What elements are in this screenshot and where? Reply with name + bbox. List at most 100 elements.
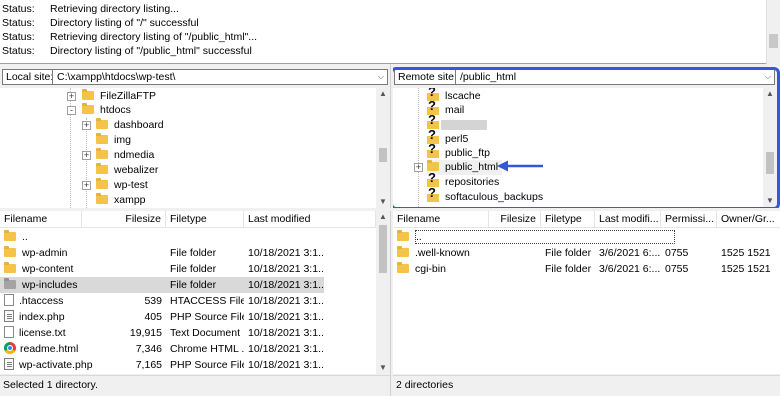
log-line: Status: Retrieving directory listing of "… — [2, 31, 258, 43]
remote-directory-tree: ? lscache ? mail ? ? perl5 ? public_ftp + pu… — [393, 88, 777, 207]
cell-filetype: File folder — [170, 279, 217, 291]
php-file-icon — [4, 310, 14, 322]
scroll-up-icon[interactable]: ▲ — [376, 211, 390, 223]
local-status-bar: Selected 1 directory. — [0, 375, 390, 394]
table-row[interactable]: index.php 405 PHP Source File 10/18/2021 3:… — [0, 309, 324, 325]
cell-filetype: PHP Source File — [170, 311, 244, 323]
cell-filesize: 7,165 — [135, 359, 162, 371]
table-row[interactable]: .htaccess 539 HTACCESS File 10/18/2021 3:1.… — [0, 293, 324, 309]
local-list-header: Filename Filesize Filetype Last modified — [0, 211, 376, 228]
folder-icon — [96, 163, 108, 174]
cell-owner-group: 1525 1521 — [721, 263, 771, 275]
col-filesize[interactable]: Filesize — [489, 211, 541, 228]
remote-list-header: Filename Filesize Filetype Last modifi..… — [393, 211, 780, 228]
expand-icon[interactable]: + — [82, 121, 91, 130]
cell-filename: .. — [4, 229, 124, 245]
scroll-up-icon[interactable]: ▲ — [376, 88, 390, 100]
table-row[interactable]: cgi-bin File folder 3/6/2021 6:... 0755 1525… — [393, 261, 780, 277]
col-filename[interactable]: Filename — [393, 211, 489, 228]
tree-item[interactable]: dashboard — [96, 118, 164, 133]
local-list-scrollbar[interactable]: ▲ ▼ — [376, 211, 390, 374]
table-row[interactable]: license.txt 19,915 Text Document 10/18/2021… — [0, 325, 324, 341]
local-site-bar: Local site: C:\xampp\htdocs\wp-test\ ⌵ — [0, 66, 390, 88]
tree-item[interactable]: ndmedia — [96, 148, 154, 163]
table-row[interactable]: wp-includes File folder 10/18/2021 3:1... — [0, 277, 324, 293]
col-filetype[interactable]: Filetype — [541, 211, 595, 228]
tree-item-selected[interactable]: public_html — [427, 160, 503, 175]
folder-icon — [96, 148, 108, 159]
cell-filename: cgi-bin — [397, 261, 497, 277]
col-last-modified[interactable]: Last modified — [244, 211, 376, 228]
pane-splitter[interactable] — [390, 64, 393, 396]
table-row[interactable]: wp-content File folder 10/18/2021 3:1... — [0, 261, 324, 277]
horizontal-splitter[interactable] — [0, 208, 780, 211]
tree-item[interactable]: FileZillaFTP — [82, 89, 156, 104]
folder-icon — [96, 133, 108, 144]
scroll-thumb[interactable] — [769, 34, 778, 48]
collapse-icon[interactable]: - — [67, 106, 76, 115]
scroll-up-icon[interactable]: ▲ — [763, 88, 777, 100]
remote-status-bar: 2 directories — [393, 375, 780, 394]
cell-last-modified: 10/18/2021 3:1... — [248, 343, 324, 355]
expand-icon[interactable]: + — [82, 151, 91, 160]
cell-filename: .well-known — [397, 245, 497, 261]
chevron-down-icon[interactable]: ⌵ — [765, 70, 771, 84]
table-row[interactable]: wp-activate.php 7,165 PHP Source File 10/18… — [0, 357, 324, 373]
cell-filesize: 7,346 — [135, 343, 162, 355]
local-tree-scrollbar[interactable]: ▲ ▼ — [376, 88, 390, 208]
tree-item[interactable]: ? public_ftp — [427, 141, 490, 160]
scroll-down-icon[interactable]: ▼ — [376, 362, 390, 374]
scroll-thumb[interactable] — [766, 152, 774, 174]
table-row[interactable]: wp-admin File folder 10/18/2021 3:1... — [0, 245, 324, 261]
cell-filename: wp-admin — [4, 245, 124, 261]
table-row[interactable]: readme.html 7,346 Chrome HTML ... 10/18/202… — [0, 341, 324, 357]
table-row[interactable]: .. — [393, 229, 780, 245]
remote-path-combo[interactable]: /public_html ⌵ — [455, 69, 775, 85]
expand-icon[interactable]: + — [67, 92, 76, 101]
cell-filetype: File folder — [170, 263, 217, 275]
message-log: Status: Retrieving directory listing... S… — [0, 0, 780, 64]
cell-filetype: PHP Source File — [170, 359, 244, 371]
cell-last-modified: 3/6/2021 6:... — [599, 247, 661, 259]
expand-icon[interactable]: + — [414, 163, 423, 172]
cell-last-modified: 10/18/2021 3:1... — [248, 295, 324, 307]
tree-item[interactable]: webalizer — [96, 163, 158, 178]
cell-filesize: 539 — [144, 295, 162, 307]
folder-icon — [82, 89, 94, 100]
local-path-combo[interactable]: C:\xampp\htdocs\wp-test\ ⌵ — [52, 69, 388, 85]
log-line: Status: Directory listing of "/public_htm… — [2, 45, 252, 57]
tree-item[interactable]: xampp — [96, 193, 146, 208]
log-scrollbar[interactable] — [766, 0, 780, 64]
scroll-down-icon[interactable]: ▼ — [376, 196, 390, 208]
cell-owner-group: 1525 1521 — [721, 247, 771, 259]
cell-last-modified: 10/18/2021 3:1... — [248, 263, 324, 275]
local-site-label: Local site: — [2, 69, 58, 85]
table-row[interactable]: .. — [0, 229, 324, 245]
cell-filetype: File folder — [170, 247, 217, 259]
tree-item[interactable]: ? repositories — [427, 170, 499, 189]
pointer-arrow-icon — [497, 160, 543, 172]
scroll-thumb[interactable] — [379, 225, 387, 273]
table-row[interactable]: .well-known File folder 3/6/2021 6:... 0755… — [393, 245, 780, 261]
tree-item[interactable]: ? softaculous_backups — [427, 185, 543, 204]
remote-tree-scrollbar[interactable]: ▲ ▼ — [763, 88, 777, 207]
folder-icon — [4, 262, 16, 273]
scroll-thumb[interactable] — [379, 148, 387, 162]
scroll-down-icon[interactable]: ▼ — [763, 195, 777, 207]
cell-filetype: HTACCESS File — [170, 295, 244, 307]
col-owner-group[interactable]: Owner/Gr... — [717, 211, 780, 228]
col-filename[interactable]: Filename — [0, 211, 82, 228]
expand-icon[interactable]: + — [82, 181, 91, 190]
col-permissions[interactable]: Permissi... — [661, 211, 717, 228]
col-filetype[interactable]: Filetype — [166, 211, 244, 228]
folder-icon — [96, 178, 108, 189]
tree-item[interactable]: htdocs — [82, 103, 131, 118]
col-last-modified[interactable]: Last modifi... — [595, 211, 661, 228]
tree-item[interactable]: wp-test — [96, 178, 148, 193]
cell-permissions: 0755 — [665, 263, 689, 275]
col-filesize[interactable]: Filesize — [82, 211, 166, 228]
cell-filename: .. — [397, 229, 773, 245]
file-icon — [4, 326, 14, 338]
tree-item[interactable]: img — [96, 133, 131, 148]
chevron-down-icon[interactable]: ⌵ — [378, 70, 384, 84]
